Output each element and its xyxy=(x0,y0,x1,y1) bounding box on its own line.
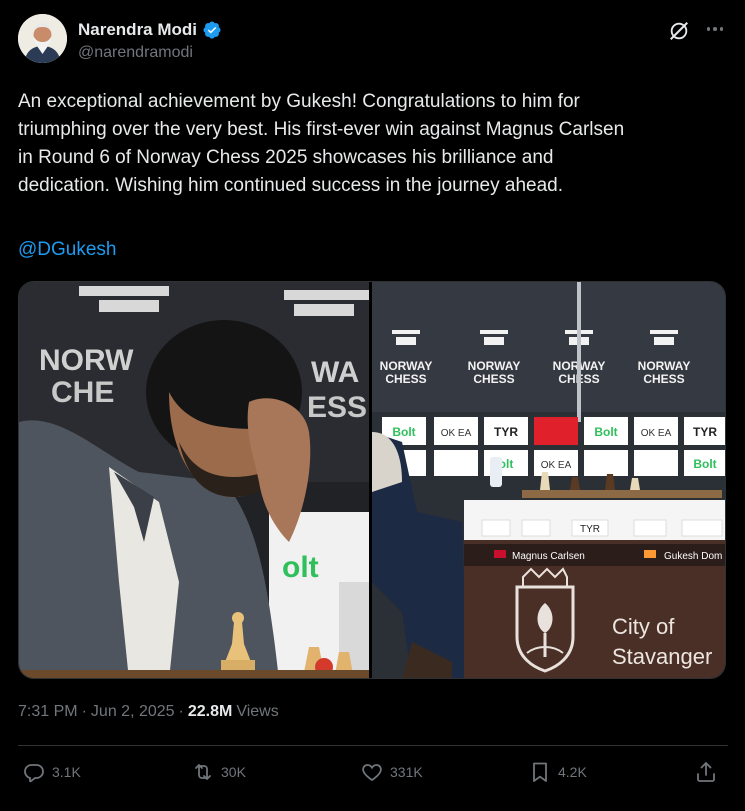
tweet-meta: 7:31 PM · Jun 2, 2025 · 22.8M Views xyxy=(18,703,279,721)
city-line-2: Stavanger xyxy=(612,644,712,669)
svg-text:CHESS: CHESS xyxy=(643,372,684,386)
svg-text:OK EA: OK EA xyxy=(641,428,672,439)
svg-text:OK EA: OK EA xyxy=(541,460,572,471)
avatar[interactable] xyxy=(18,14,67,63)
heart-icon xyxy=(362,764,382,782)
svg-text:NORWAY: NORWAY xyxy=(638,359,691,373)
tweet-time[interactable]: 7:31 PM xyxy=(18,703,78,721)
svg-text:CHESS: CHESS xyxy=(385,372,426,386)
views-count: 22.8M xyxy=(187,703,233,720)
reply-button[interactable]: 3.1K xyxy=(22,760,81,784)
backdrop-text-3: WA xyxy=(311,356,359,389)
svg-text:Bolt: Bolt xyxy=(392,425,415,439)
share-button[interactable] xyxy=(694,760,718,784)
backdrop-text-1: NORW xyxy=(39,344,134,377)
svg-text:TYR: TYR xyxy=(494,425,518,439)
repost-count: 30K xyxy=(221,764,246,780)
tweet-date[interactable]: Jun 2, 2025 xyxy=(91,703,175,721)
svg-text:Bolt: Bolt xyxy=(693,457,716,471)
svg-text:TYR: TYR xyxy=(693,425,717,439)
svg-text:CHESS: CHESS xyxy=(473,372,514,386)
bookmark-icon xyxy=(533,762,547,782)
handle[interactable]: @narendramodi xyxy=(78,44,193,62)
sponsor-text: olt xyxy=(282,551,319,584)
backdrop-text-2: CHE xyxy=(51,376,114,409)
player-left-name: Magnus Carlsen xyxy=(512,551,585,562)
tweet-text: An exceptional achievement by Gukesh! Co… xyxy=(18,91,625,196)
action-bar: 3.1K 30K 331K 4.2K xyxy=(18,760,728,792)
svg-text:NORWAY: NORWAY xyxy=(468,359,521,373)
svg-text:Bolt: Bolt xyxy=(594,425,617,439)
verified-badge-icon xyxy=(203,21,221,39)
tweet-header: Narendra Modi @narendramodi xyxy=(18,14,728,70)
grok-icon[interactable] xyxy=(668,20,690,42)
media-grid[interactable]: NORW CHE WA ESS olt NORWAY CHESS NORWAY … xyxy=(18,281,726,679)
photo-chess-stage[interactable]: NORWAY CHESS NORWAY CHESS NORWAY CHESS N… xyxy=(372,282,725,678)
repost-button[interactable]: 30K xyxy=(191,760,246,784)
player-right-name: Gukesh Dom xyxy=(664,551,722,562)
more-options-icon[interactable] xyxy=(702,18,728,40)
views-label: Views xyxy=(236,703,279,720)
meta-separator: · xyxy=(81,703,87,720)
divider xyxy=(18,745,728,746)
svg-text:NORWAY: NORWAY xyxy=(380,359,433,373)
display-name[interactable]: Narendra Modi xyxy=(78,20,197,40)
mention-link[interactable]: @DGukesh xyxy=(18,236,117,264)
like-button[interactable]: 331K xyxy=(360,760,423,784)
reply-count: 3.1K xyxy=(52,764,81,780)
repost-icon xyxy=(195,764,211,780)
city-line-1: City of xyxy=(612,614,675,639)
bookmark-button[interactable]: 4.2K xyxy=(528,760,587,784)
meta-separator: · xyxy=(178,703,184,720)
avatar-image xyxy=(18,14,67,63)
photo-gukesh[interactable]: NORW CHE WA ESS olt xyxy=(19,282,369,678)
like-count: 331K xyxy=(390,764,423,780)
backdrop-text-4: ESS xyxy=(307,391,367,424)
share-icon xyxy=(697,762,715,782)
svg-text:TYR: TYR xyxy=(580,524,600,535)
svg-text:OK EA: OK EA xyxy=(441,428,472,439)
bookmark-count: 4.2K xyxy=(558,764,587,780)
reply-icon xyxy=(24,764,44,783)
